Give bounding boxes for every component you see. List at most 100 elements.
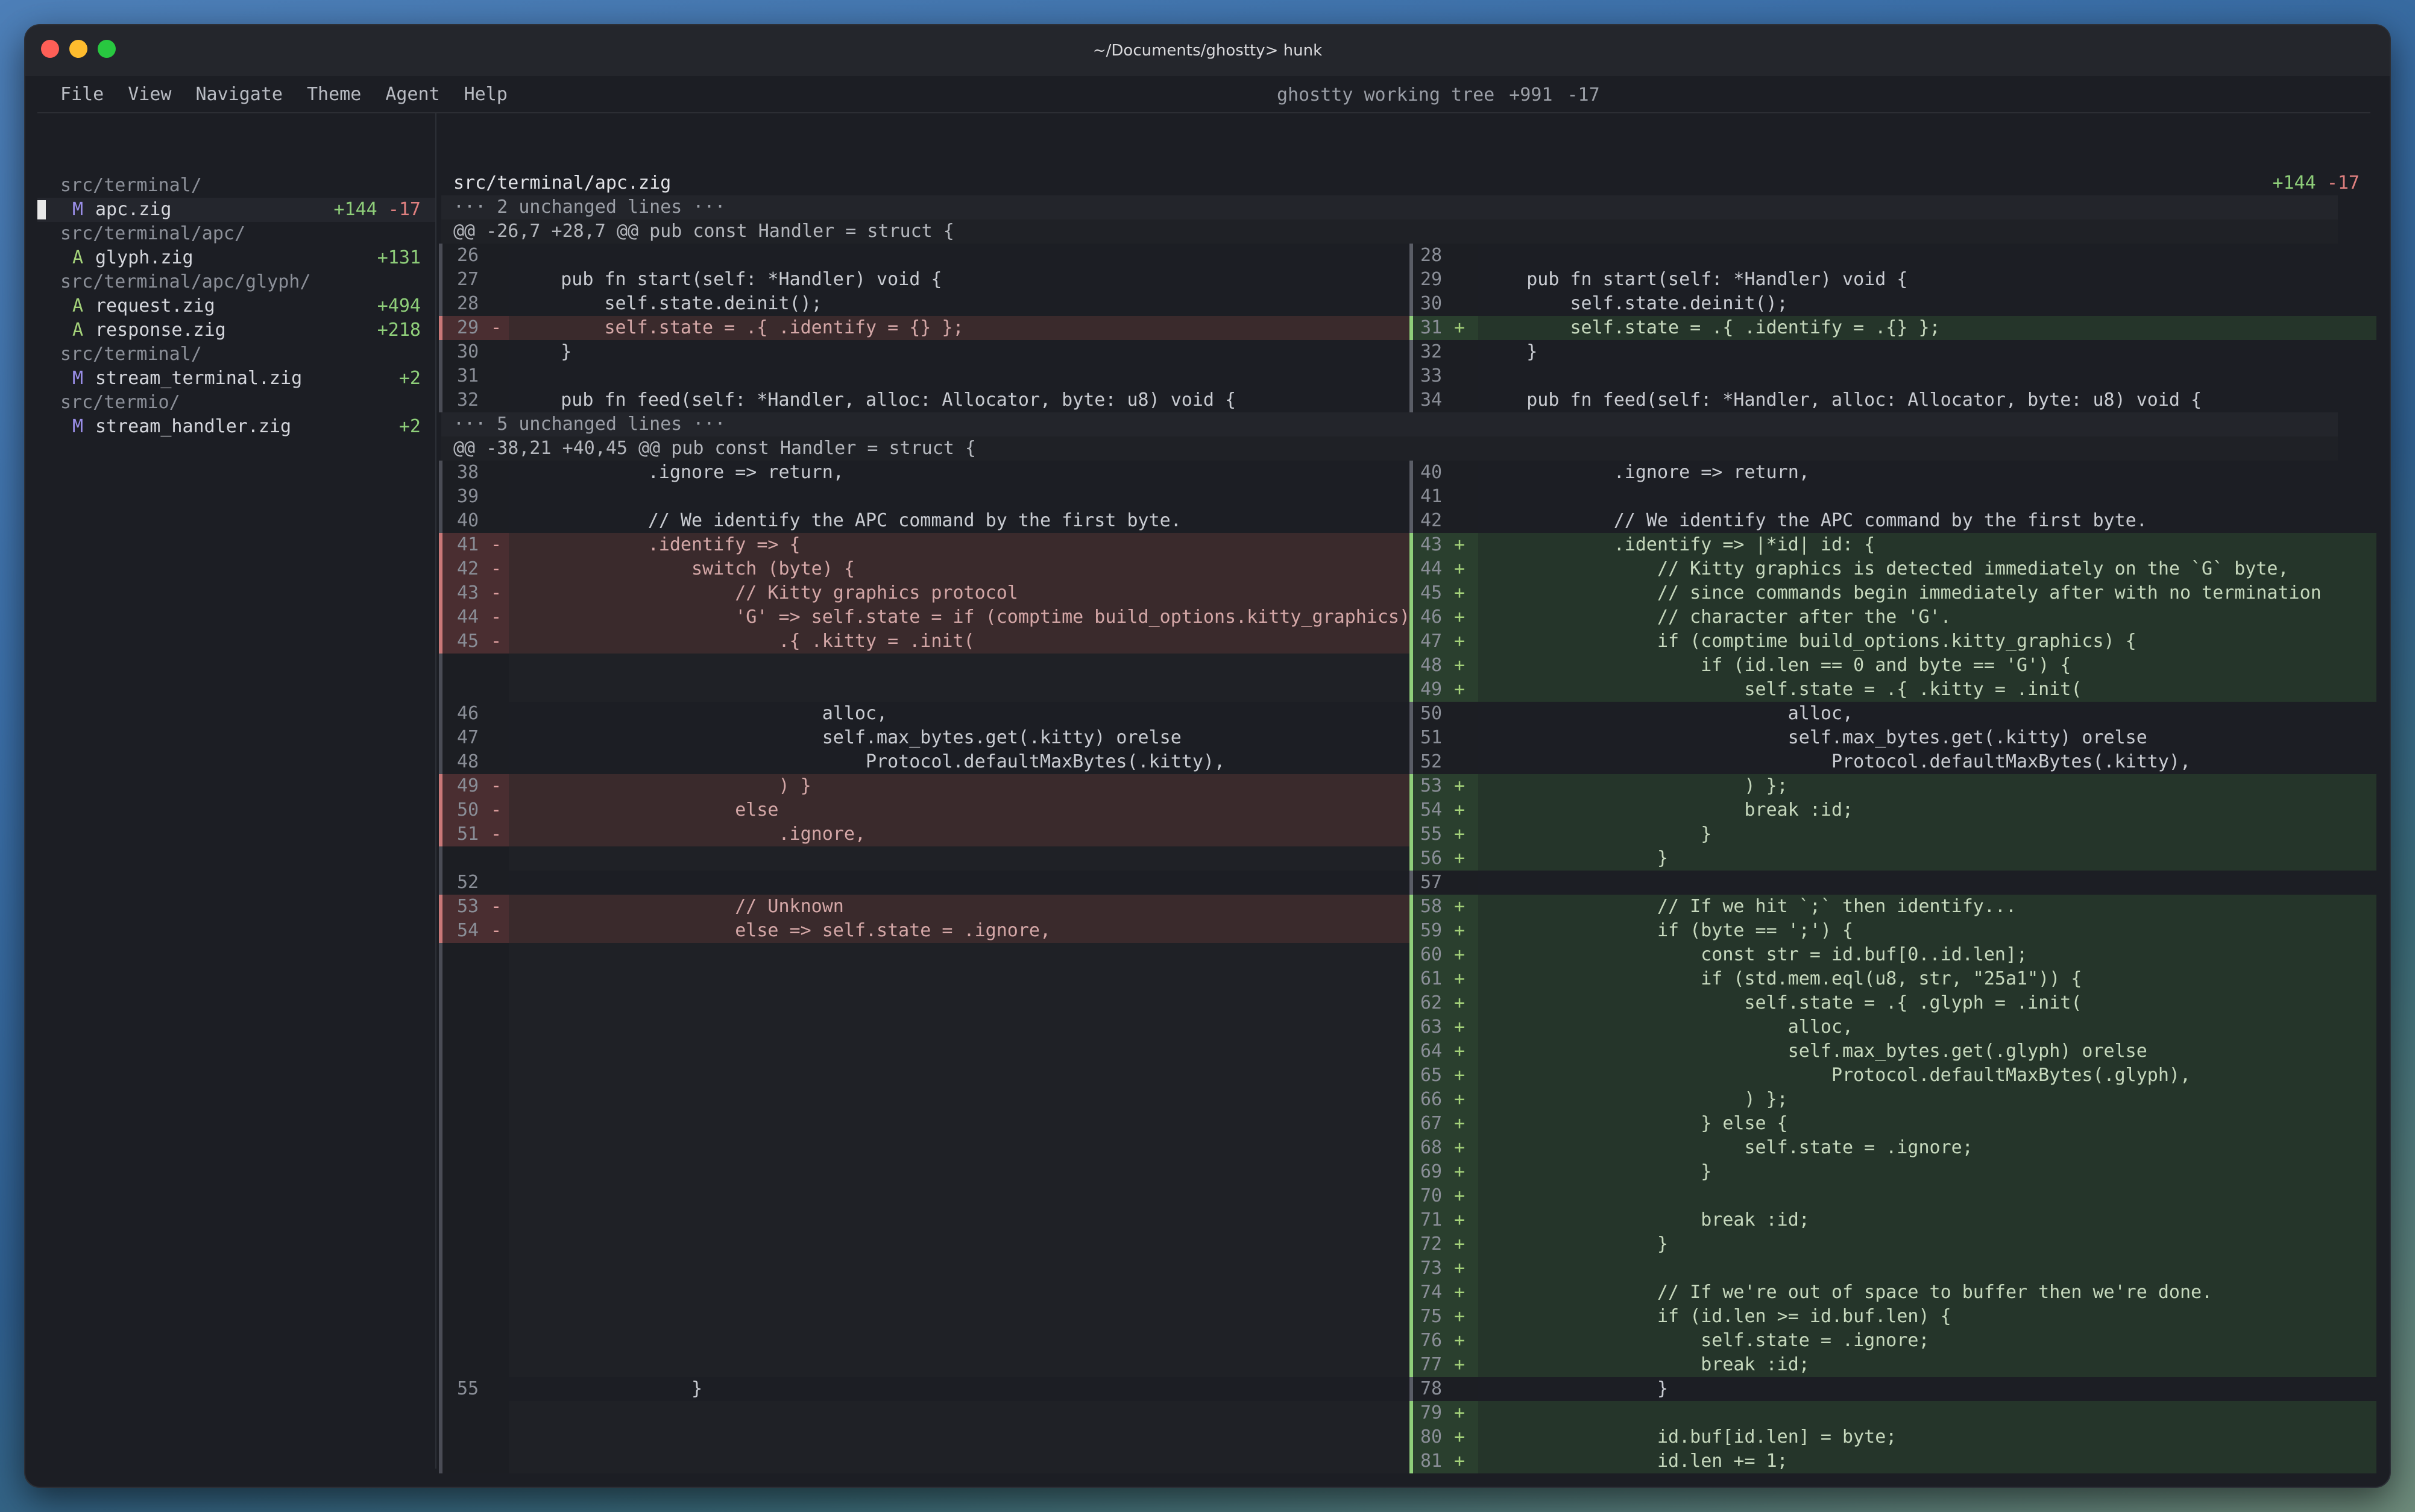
- diff-file-stats: +144 -17: [2273, 171, 2360, 195]
- file-item[interactable]: Mapc.zig +144 -17: [37, 198, 435, 222]
- addition-marker: +: [1454, 1089, 1466, 1110]
- close-window-button[interactable]: [41, 40, 59, 58]
- addition-bar: [1409, 316, 1413, 340]
- right-code-text: break :id;: [1483, 1209, 1810, 1230]
- left-line-number: 52: [441, 871, 509, 895]
- menu-theme[interactable]: Theme: [307, 84, 361, 105]
- menu-agent[interactable]: Agent: [385, 84, 439, 105]
- right-line-number: 76 +: [1412, 1329, 1478, 1353]
- left-line-number: 50-: [441, 798, 509, 822]
- right-line-number-text: 75: [1420, 1306, 1443, 1327]
- addition-bar: [1409, 991, 1413, 1015]
- file-item[interactable]: Mstream_terminal.zig +2: [37, 367, 435, 391]
- unchanged-lines-band[interactable]: ··· 2 unchanged lines ···: [441, 195, 2338, 219]
- directory-label: src/terminal/: [60, 175, 202, 196]
- addition-marker: +: [1454, 1161, 1466, 1182]
- left-diff-line: [441, 871, 1409, 895]
- left-diff-line: [441, 485, 1409, 509]
- right-code-text: }: [1483, 341, 1538, 362]
- left-line-number-text: 28: [457, 293, 479, 314]
- left-line-number: 53-: [441, 895, 509, 919]
- left-line-number: 49-: [441, 774, 509, 798]
- minimize-window-button[interactable]: [69, 40, 87, 58]
- file-item[interactable]: Aglyph.zig +131: [37, 246, 435, 270]
- left-divider-bar: [439, 1112, 442, 1136]
- addition-bar: [1409, 605, 1413, 629]
- deletion-bar: [439, 798, 442, 822]
- addition-marker: +: [1454, 1258, 1466, 1279]
- left-divider-bar: [439, 1329, 442, 1353]
- right-line-number: 53 +: [1412, 774, 1478, 798]
- right-line-number-text: 56: [1420, 848, 1443, 869]
- directory-label: src/termio/: [60, 392, 180, 413]
- right-divider-bar: [1409, 388, 1413, 412]
- diff-view: src/terminal/apc.zig +144 -17 ··· 2 unch…: [439, 113, 2376, 1473]
- left-line-number: 29-: [441, 316, 509, 340]
- addition-bar: [1409, 1112, 1413, 1136]
- deletion-marker: -: [491, 896, 502, 917]
- left-diff-line: [441, 1449, 1409, 1473]
- left-diff-line: [441, 1208, 1409, 1232]
- addition-marker: +: [1454, 582, 1466, 603]
- deletion-marker: -: [491, 799, 502, 821]
- right-line-number: 63 +: [1412, 1015, 1478, 1039]
- addition-bar: [1409, 557, 1413, 581]
- left-divider-bar: [439, 1015, 442, 1039]
- left-line-number: [441, 654, 509, 678]
- right-code-text: }: [1483, 848, 1669, 869]
- file-change-count: +2: [399, 415, 421, 439]
- right-line-number-text: 63: [1420, 1016, 1443, 1038]
- file-change-count: +2: [399, 367, 421, 391]
- right-diff-line: [1412, 871, 2376, 895]
- right-code-text: self.state = .{ .identify = .{} };: [1483, 317, 1941, 338]
- addition-marker: +: [1454, 558, 1466, 579]
- unchanged-lines-band[interactable]: ··· 5 unchanged lines ···: [441, 412, 2338, 436]
- maximize-window-button[interactable]: [98, 40, 116, 58]
- right-divider-bar: [1409, 702, 1413, 726]
- left-diff-line: [441, 1136, 1409, 1160]
- left-diff-line: [441, 1305, 1409, 1329]
- left-line-number: [441, 1401, 509, 1425]
- deletion-marker: -: [491, 631, 502, 652]
- left-divider-bar: [439, 1256, 442, 1280]
- file-item[interactable]: Aresponse.zig +218: [37, 318, 435, 342]
- left-diff-line: [441, 1015, 1409, 1039]
- right-line-number: 32: [1412, 340, 1478, 364]
- left-code-text: ) }: [517, 775, 811, 796]
- right-line-number-text: 34: [1420, 389, 1443, 411]
- deletion-bar: [439, 629, 442, 654]
- right-line-number: 71 +: [1412, 1208, 1478, 1232]
- right-line-number: 34: [1412, 388, 1478, 412]
- left-diff-line: [441, 1088, 1409, 1112]
- addition-bar: [1409, 895, 1413, 919]
- traffic-lights: [41, 40, 116, 58]
- right-line-number-text: 61: [1420, 968, 1443, 989]
- directory-label: src/terminal/apc/: [60, 223, 246, 244]
- right-code-text: ) };: [1483, 1089, 1788, 1110]
- right-line-number-text: 80: [1420, 1426, 1443, 1447]
- deletion-marker: -: [491, 606, 502, 628]
- left-code-text: .identify => {: [517, 534, 801, 555]
- addition-marker: +: [1454, 968, 1466, 989]
- left-line-number-text: 48: [457, 751, 479, 772]
- left-line-number-text: 30: [457, 341, 479, 362]
- left-diff-line: [441, 1232, 1409, 1256]
- menu-navigate[interactable]: Navigate: [196, 84, 283, 105]
- menu-file[interactable]: File: [60, 84, 104, 105]
- right-line-number-text: 31: [1420, 317, 1443, 338]
- right-line-number: 72 +: [1412, 1232, 1478, 1256]
- right-line-number: 65 +: [1412, 1063, 1478, 1088]
- file-item[interactable]: Arequest.zig +494: [37, 294, 435, 318]
- addition-marker: +: [1454, 1065, 1466, 1086]
- left-diff-line: [441, 1184, 1409, 1208]
- left-line-number-text: 38: [457, 462, 479, 483]
- left-line-number: 28: [441, 292, 509, 316]
- file-additions: +494: [377, 295, 421, 317]
- right-line-number: 59 +: [1412, 919, 1478, 943]
- left-line-number: 38: [441, 461, 509, 485]
- menu-bar: File View Navigate Theme Agent Help ghostty w…: [37, 76, 2370, 113]
- menu-view[interactable]: View: [128, 84, 171, 105]
- file-item[interactable]: Mstream_handler.zig +2: [37, 415, 435, 439]
- deletion-bar: [439, 533, 442, 557]
- menu-help[interactable]: Help: [464, 84, 508, 105]
